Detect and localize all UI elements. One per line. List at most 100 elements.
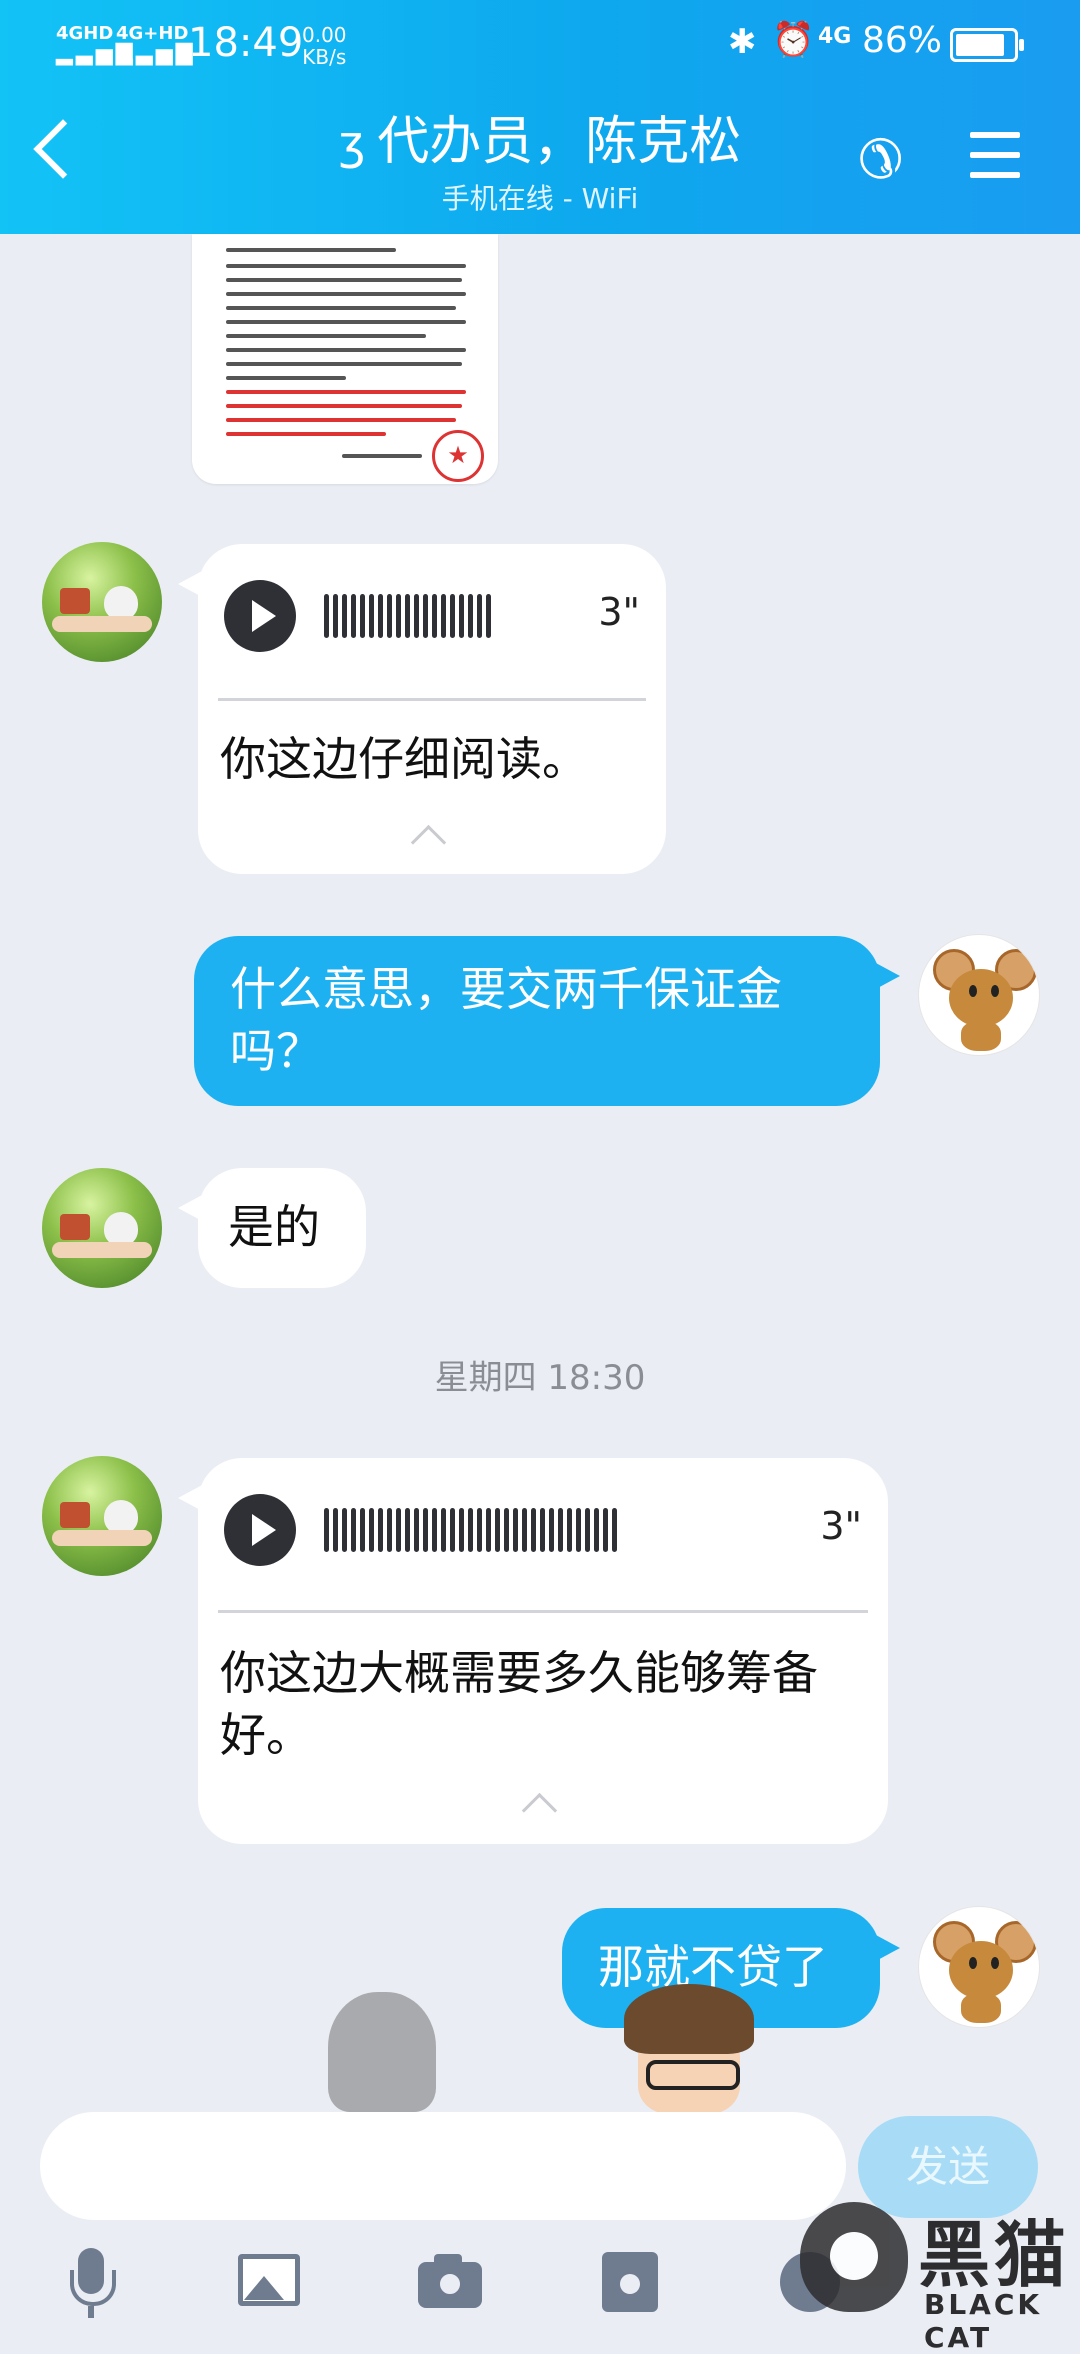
waveform-bar (396, 1508, 401, 1552)
waveform-bar (459, 594, 464, 638)
waveform-bar (468, 594, 473, 638)
watermark-logo: 黑猫 BLACK CAT (800, 2196, 1071, 2354)
status-time: 18:49 (188, 20, 304, 66)
red-packet-icon[interactable] (596, 2248, 666, 2318)
waveform-bar (486, 594, 491, 638)
waveform-bar (378, 1508, 383, 1552)
battery-percent: 86% (862, 20, 943, 61)
waveform-bar (360, 594, 365, 638)
message-timestamp: 星期四 18:30 (434, 1358, 646, 1398)
mic-icon[interactable] (56, 2248, 126, 2318)
contact-avatar[interactable] (42, 1456, 162, 1576)
contact-avatar[interactable] (42, 542, 162, 662)
waveform-bar (477, 594, 482, 638)
voice-message-bubble[interactable]: 3" 你这边大概需要多久能够筹备好。 (178, 1458, 888, 1844)
waveform-bar (387, 594, 392, 638)
phone-icon[interactable]: ✆ (858, 128, 903, 191)
image-icon[interactable] (236, 2248, 306, 2318)
waveform-bar (432, 594, 437, 638)
waveform-bar (522, 1508, 527, 1552)
voice-waveform (324, 1498, 621, 1562)
black-cat-logo-icon (800, 2202, 908, 2312)
contact-avatar[interactable] (42, 1168, 162, 1288)
waveform-bar (441, 594, 446, 638)
voice-transcript: 你这边仔细阅读。 (220, 732, 588, 786)
voice-duration: 3" (820, 1504, 862, 1548)
network-indicator-2: 4G+HD ▂▃▅▇ (116, 23, 196, 66)
menu-icon[interactable] (970, 132, 1020, 192)
status-bar: 4GHD ▂▃▅▇ 4G+HD ▂▃▅▇ 18:49 0.00 KB/s ✱ ⏰ 4… (0, 18, 1080, 78)
battery-icon (950, 28, 1024, 62)
user-avatar[interactable] (918, 934, 1040, 1056)
waveform-bar (468, 1508, 473, 1552)
chat-header: 4GHD ▂▃▅▇ 4G+HD ▂▃▅▇ 18:49 0.00 KB/s ✱ ⏰ 4… (0, 0, 1080, 234)
waveform-bar (342, 594, 347, 638)
message-input[interactable] (40, 2112, 846, 2220)
waveform-bar (585, 1508, 590, 1552)
red-stamp-icon: ★ (432, 430, 484, 482)
user-avatar[interactable] (918, 1906, 1040, 2028)
waveform-bar (333, 594, 338, 638)
waveform-bar (333, 1508, 338, 1552)
waveform-bar (513, 1508, 518, 1552)
bluetooth-icon: ✱ (728, 22, 757, 62)
online-status: 手机在线 - WiFi (441, 182, 639, 215)
waveform-bar (450, 594, 455, 638)
waveform-bar (396, 594, 401, 638)
play-button-icon[interactable] (224, 1494, 296, 1566)
waveform-bar (531, 1508, 536, 1552)
outgoing-message-bubble[interactable]: 什么意思，要交两千保证金吗？ (194, 936, 900, 1106)
waveform-bar (459, 1508, 464, 1552)
waveform-bar (369, 1508, 374, 1552)
waveform-bar (504, 1508, 509, 1552)
waveform-bar (549, 1508, 554, 1552)
waveform-bar (477, 1508, 482, 1552)
waveform-bar (423, 1508, 428, 1552)
back-arrow-icon[interactable] (33, 119, 93, 179)
alarm-icon: ⏰ (772, 20, 815, 60)
waveform-bar (405, 1508, 410, 1552)
voice-waveform (324, 584, 495, 648)
collapse-caret-icon[interactable] (521, 1792, 558, 1829)
document-image[interactable]: ★ (192, 234, 498, 484)
message-text: 是的 (228, 1200, 320, 1254)
network-speed: 0.00 KB/s (302, 23, 347, 69)
waveform-bar (423, 594, 428, 638)
message-text: 什么意思，要交两千保证金吗？ (230, 962, 782, 1078)
chat-title-block[interactable]: ʒ 代办员，陈克松 手机在线 - WiFi (300, 110, 780, 217)
waveform-bar (378, 594, 383, 638)
waveform-bar (405, 594, 410, 638)
waveform-bar (603, 1508, 608, 1552)
voice-transcript: 你这边大概需要多久能够筹备好。 (220, 1646, 818, 1762)
waveform-bar (360, 1508, 365, 1552)
play-button-icon[interactable] (224, 580, 296, 652)
waveform-bar (594, 1508, 599, 1552)
watermark-text-en: BLACK CAT (924, 2288, 1043, 2354)
peeking-avatar-man (624, 1984, 754, 2114)
incoming-message-bubble[interactable]: 是的 (178, 1168, 366, 1288)
peeking-avatar-gray (318, 1984, 438, 2114)
waveform-bar (387, 1508, 392, 1552)
chat-title: 代办员，陈克松 (377, 112, 742, 172)
waveform-bar (441, 1508, 446, 1552)
waveform-bar (324, 1508, 329, 1552)
waveform-bar (486, 1508, 491, 1552)
voice-duration: 3" (598, 590, 640, 634)
waveform-bar (567, 1508, 572, 1552)
waveform-bar (450, 1508, 455, 1552)
waveform-bar (432, 1508, 437, 1552)
waveform-bar (351, 594, 356, 638)
waveform-bar (540, 1508, 545, 1552)
watermark-text-cn: 黑猫 (918, 2213, 1071, 2297)
waveform-bar (558, 1508, 563, 1552)
waveform-bar (324, 594, 329, 638)
waveform-bar (414, 1508, 419, 1552)
waveform-bar (576, 1508, 581, 1552)
waveform-bar (414, 594, 419, 638)
voice-message-bubble[interactable]: 3" 你这边仔细阅读。 (178, 544, 666, 874)
ear-icon: ʒ (338, 116, 366, 170)
camera-icon[interactable] (416, 2248, 486, 2318)
waveform-bar (612, 1508, 617, 1552)
collapse-caret-icon[interactable] (410, 824, 447, 861)
waveform-bar (369, 594, 374, 638)
